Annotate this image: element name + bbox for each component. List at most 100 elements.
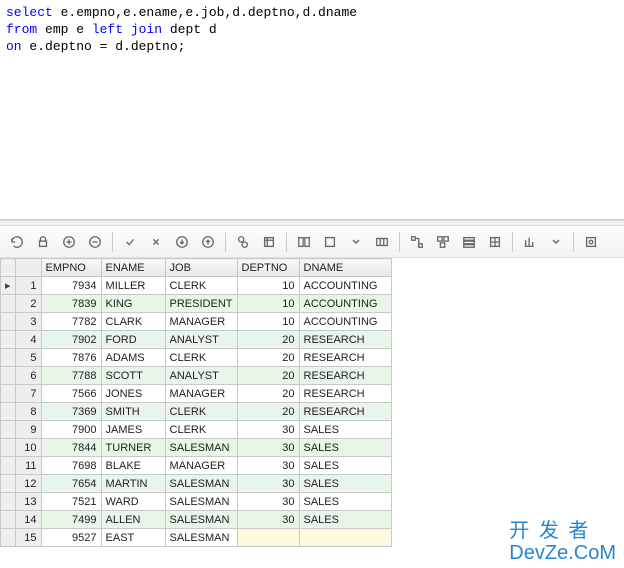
tree-icon[interactable] (458, 231, 480, 253)
refresh-icon[interactable] (6, 231, 28, 253)
table-row[interactable]: 67788SCOTTANALYST20RESEARCH (1, 367, 392, 385)
pivot-icon[interactable] (484, 231, 506, 253)
commit-icon[interactable] (119, 231, 141, 253)
cell-ename[interactable]: MARTIN (101, 475, 165, 493)
cell-job[interactable]: ANALYST (165, 367, 237, 385)
chart-icon[interactable] (519, 231, 541, 253)
cell-ename[interactable]: JAMES (101, 421, 165, 439)
cell-ename[interactable]: SMITH (101, 403, 165, 421)
cell-job[interactable]: CLERK (165, 349, 237, 367)
col-header-dname[interactable]: DNAME (299, 259, 391, 277)
cell-dname[interactable]: RESEARCH (299, 403, 391, 421)
table-row[interactable]: 37782CLARKMANAGER10ACCOUNTING (1, 313, 392, 331)
cell-dname[interactable] (299, 529, 391, 547)
cell-empno[interactable]: 7782 (41, 313, 101, 331)
cell-deptno[interactable]: 20 (237, 403, 299, 421)
table-row[interactable]: 97900JAMESCLERK30SALES (1, 421, 392, 439)
cell-deptno[interactable] (237, 529, 299, 547)
cell-job[interactable]: SALESMAN (165, 511, 237, 529)
cell-job[interactable]: CLERK (165, 421, 237, 439)
cell-job[interactable]: MANAGER (165, 385, 237, 403)
table-row[interactable]: 87369SMITHCLERK20RESEARCH (1, 403, 392, 421)
remove-icon[interactable] (84, 231, 106, 253)
fetch-down-icon[interactable] (171, 231, 193, 253)
cell-dname[interactable]: SALES (299, 439, 391, 457)
cell-deptno[interactable]: 20 (237, 331, 299, 349)
cell-deptno[interactable]: 30 (237, 421, 299, 439)
cell-dname[interactable]: RESEARCH (299, 367, 391, 385)
cell-ename[interactable]: BLAKE (101, 457, 165, 475)
cell-empno[interactable]: 7654 (41, 475, 101, 493)
cell-job[interactable]: CLERK (165, 403, 237, 421)
cell-dname[interactable]: ACCOUNTING (299, 313, 391, 331)
cell-empno[interactable]: 7698 (41, 457, 101, 475)
cell-ename[interactable]: SCOTT (101, 367, 165, 385)
table-row[interactable]: 77566JONESMANAGER20RESEARCH (1, 385, 392, 403)
cell-dname[interactable]: RESEARCH (299, 349, 391, 367)
cell-job[interactable]: ANALYST (165, 331, 237, 349)
cell-deptno[interactable]: 10 (237, 313, 299, 331)
cell-job[interactable]: SALESMAN (165, 493, 237, 511)
cell-dname[interactable]: SALES (299, 457, 391, 475)
cell-deptno[interactable]: 30 (237, 439, 299, 457)
cell-ename[interactable]: ALLEN (101, 511, 165, 529)
cell-deptno[interactable]: 30 (237, 493, 299, 511)
cell-empno[interactable]: 9527 (41, 529, 101, 547)
dropdown-icon[interactable] (345, 231, 367, 253)
table-row[interactable]: 117698BLAKEMANAGER30SALES (1, 457, 392, 475)
cell-dname[interactable]: RESEARCH (299, 385, 391, 403)
cell-job[interactable]: SALESMAN (165, 439, 237, 457)
cell-ename[interactable]: CLARK (101, 313, 165, 331)
results-grid[interactable]: EMPNO ENAME JOB DEPTNO DNAME ▸17934MILLE… (0, 258, 624, 547)
cell-ename[interactable]: ADAMS (101, 349, 165, 367)
cell-empno[interactable]: 7369 (41, 403, 101, 421)
col-header-deptno[interactable]: DEPTNO (237, 259, 299, 277)
cell-deptno[interactable]: 20 (237, 349, 299, 367)
cell-ename[interactable]: MILLER (101, 277, 165, 295)
table-row[interactable]: 57876ADAMSCLERK20RESEARCH (1, 349, 392, 367)
relations-icon[interactable] (406, 231, 428, 253)
table-row[interactable]: 137521WARDSALESMAN30SALES (1, 493, 392, 511)
find-icon[interactable] (232, 231, 254, 253)
col-header-ename[interactable]: ENAME (101, 259, 165, 277)
cell-job[interactable]: SALESMAN (165, 475, 237, 493)
cell-job[interactable]: MANAGER (165, 313, 237, 331)
cell-empno[interactable]: 7900 (41, 421, 101, 439)
cell-deptno[interactable]: 10 (237, 277, 299, 295)
cell-dname[interactable]: SALES (299, 493, 391, 511)
cell-ename[interactable]: KING (101, 295, 165, 313)
table-row[interactable]: ▸17934MILLERCLERK10ACCOUNTING (1, 277, 392, 295)
cell-ename[interactable]: EAST (101, 529, 165, 547)
table-row[interactable]: 147499ALLENSALESMAN30SALES (1, 511, 392, 529)
cell-ename[interactable]: FORD (101, 331, 165, 349)
cell-deptno[interactable]: 20 (237, 367, 299, 385)
cell-empno[interactable]: 7521 (41, 493, 101, 511)
fetch-up-icon[interactable] (197, 231, 219, 253)
table-row[interactable]: 127654MARTINSALESMAN30SALES (1, 475, 392, 493)
cell-dname[interactable]: SALES (299, 475, 391, 493)
cell-job[interactable]: PRESIDENT (165, 295, 237, 313)
sql-editor[interactable]: select e.empno,e.ename,e.job,d.deptno,d.… (0, 0, 624, 220)
cell-deptno[interactable]: 30 (237, 475, 299, 493)
cell-dname[interactable]: ACCOUNTING (299, 277, 391, 295)
auto-fit-icon[interactable] (371, 231, 393, 253)
settings-icon[interactable] (580, 231, 602, 253)
cell-empno[interactable]: 7934 (41, 277, 101, 295)
cell-empno[interactable]: 7844 (41, 439, 101, 457)
cell-empno[interactable]: 7902 (41, 331, 101, 349)
dropdown-icon[interactable] (545, 231, 567, 253)
cell-empno[interactable]: 7839 (41, 295, 101, 313)
cell-empno[interactable]: 7566 (41, 385, 101, 403)
filter-icon[interactable] (258, 231, 280, 253)
group-icon[interactable] (293, 231, 315, 253)
cell-deptno[interactable]: 30 (237, 511, 299, 529)
col-header-empno[interactable]: EMPNO (41, 259, 101, 277)
export-icon[interactable] (319, 231, 341, 253)
cell-job[interactable]: SALESMAN (165, 529, 237, 547)
table-row[interactable]: 159527EASTSALESMAN (1, 529, 392, 547)
cell-dname[interactable]: SALES (299, 421, 391, 439)
cell-ename[interactable]: WARD (101, 493, 165, 511)
rollback-icon[interactable] (145, 231, 167, 253)
cell-dname[interactable]: ACCOUNTING (299, 295, 391, 313)
cell-dname[interactable]: SALES (299, 511, 391, 529)
